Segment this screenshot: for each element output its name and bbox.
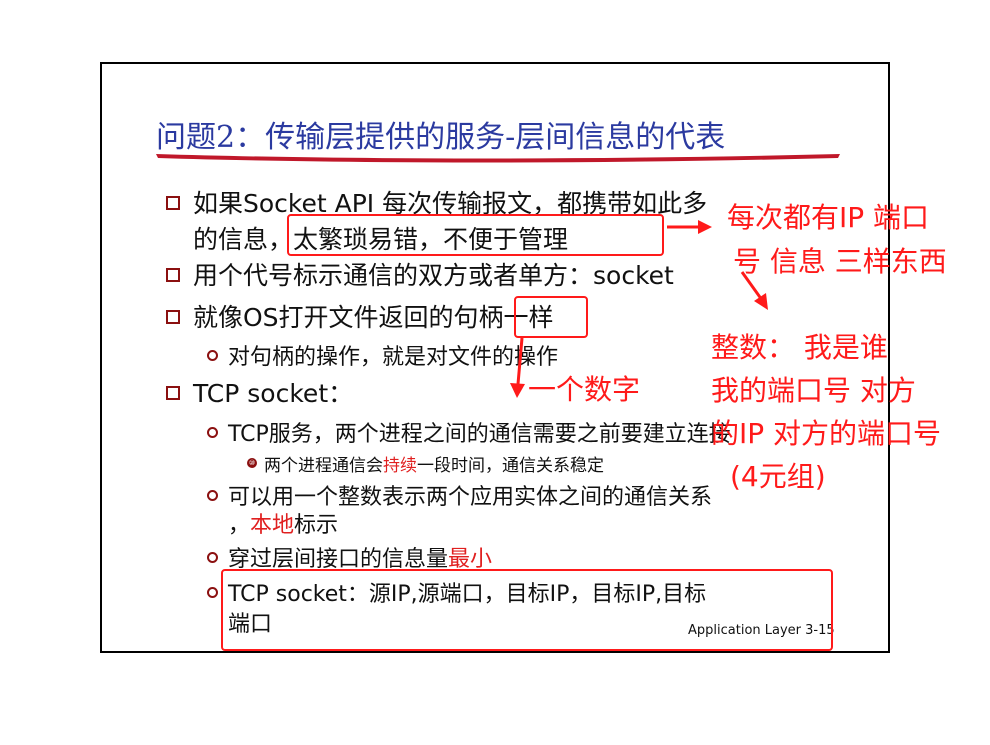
annotation-one-number: 一个数字 [528, 373, 641, 406]
annotation-ip-port-l2: 号 信息 三样东西 [733, 245, 947, 278]
arrow-diagonal-head [754, 293, 768, 310]
arrow-down-head [510, 383, 525, 398]
annotation-ip-port-l1: 每次都有IP 端口 [727, 201, 930, 234]
annotation-integer-l4: (4元组) [730, 460, 826, 493]
arrow-right-head [698, 220, 712, 234]
annotation-integer-l2: 我的端口号 对方 [711, 374, 916, 407]
annotation-integer-l3: 的IP 对方的端口号 [711, 417, 942, 450]
arrow-down [516, 337, 524, 385]
annotation-integer-l1: 整数： 我是谁 [711, 331, 888, 364]
